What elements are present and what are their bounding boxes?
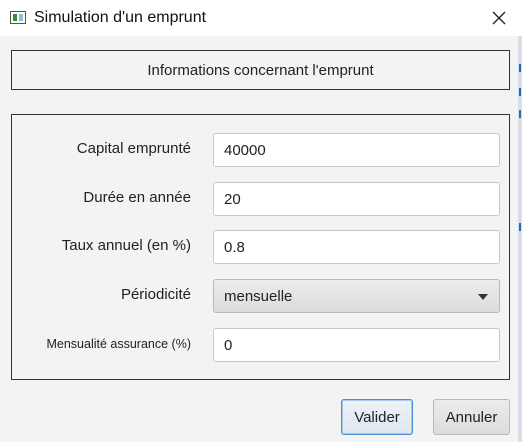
window-app-icon (10, 11, 26, 24)
duree-input[interactable] (213, 182, 500, 216)
close-button[interactable] (476, 0, 522, 36)
section-header-text: Informations concernant l'emprunt (147, 61, 374, 79)
duree-label: Durée en année (83, 189, 191, 206)
periodicite-value: mensuelle (224, 287, 293, 305)
capital-label: Capital emprunté (76, 140, 191, 157)
close-icon (492, 11, 506, 25)
dialog-content: Informations concernant l'emprunt Capita… (0, 36, 522, 442)
section-header: Informations concernant l'emprunt (11, 50, 510, 90)
periodicite-label: Périodicité (120, 286, 191, 303)
capital-input[interactable] (213, 133, 500, 167)
assurance-label: Mensualité assurance (%) (46, 337, 191, 351)
cancel-button[interactable]: Annuler (433, 399, 510, 435)
window-title: Simulation d'un emprunt (34, 9, 207, 26)
taux-label: Taux annuel (en %) (61, 237, 191, 254)
validate-button[interactable]: Valider (341, 399, 413, 435)
loan-form: Capital emprunté Durée en année Taux ann… (11, 114, 510, 380)
assurance-input[interactable] (213, 328, 500, 362)
periodicite-select[interactable]: mensuelle (213, 279, 500, 313)
title-bar[interactable]: Simulation d'un emprunt (0, 0, 522, 36)
chevron-down-icon (478, 294, 488, 300)
taux-input[interactable] (213, 230, 500, 264)
window-edge (518, 36, 522, 442)
